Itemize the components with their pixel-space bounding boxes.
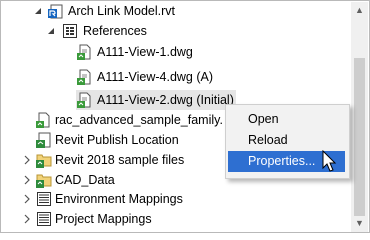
tree-item-arch-link-model[interactable]: Arch Link Model.rvt [1,1,353,21]
tree-item-dwg-view-1[interactable]: A111-View-1.dwg [1,42,353,62]
scroll-down-icon[interactable]: ▼ [351,215,368,232]
vertical-scrollbar[interactable]: ▲ ▼ [351,2,368,232]
dwg-file-icon [77,44,91,60]
tree-item-label: Revit Publish Location [55,133,179,147]
mappings-icon [37,212,51,226]
dwg-file-icon [77,69,91,85]
expand-arrow-icon[interactable] [34,1,44,21]
tree-item-label: A111-View-2.dwg (Initial) [97,93,234,107]
tree-item-label: A111-View-4.dwg (A) [97,70,214,84]
menu-item-reload[interactable]: Reload [228,130,345,151]
tree-item-label: rac_advanced_sample_family. [55,113,223,127]
menu-item-open[interactable]: Open [228,109,345,130]
tree-item-project-mappings[interactable]: Project Mappings [1,209,353,229]
revit-publish-icon [36,132,51,148]
revit-family-icon [36,112,50,128]
tree-item-label: Project Mappings [55,212,152,226]
mappings-icon [37,192,51,206]
expand-arrow-icon[interactable] [47,21,57,41]
references-folder-icon [63,24,77,38]
tree-item-label: CAD_Data [55,173,115,187]
scroll-up-icon[interactable]: ▲ [351,2,368,19]
collapse-arrow-icon[interactable] [22,189,32,209]
tree-item-references[interactable]: References [1,21,353,41]
revit-model-icon [48,4,63,19]
tree-item-label: Environment Mappings [55,192,183,206]
collapse-arrow-icon[interactable] [22,170,32,190]
revit-folder-icon [36,154,52,168]
tree-item-label: Arch Link Model.rvt [68,4,175,18]
cad-folder-icon [36,174,52,188]
tree-item-dwg-view-4[interactable]: A111-View-4.dwg (A) [1,67,353,87]
mouse-cursor-icon [322,150,337,172]
collapse-arrow-icon[interactable] [22,209,32,229]
dwg-file-icon [77,92,91,108]
tree-item-environment-mappings[interactable]: Environment Mappings [1,189,353,209]
tree-item-label: References [83,24,147,38]
tree-item-label: Revit 2018 sample files [55,153,185,167]
tree-item-label: A111-View-1.dwg [97,45,193,59]
collapse-arrow-icon[interactable] [22,150,32,170]
scrollbar-thumb[interactable] [354,58,365,216]
